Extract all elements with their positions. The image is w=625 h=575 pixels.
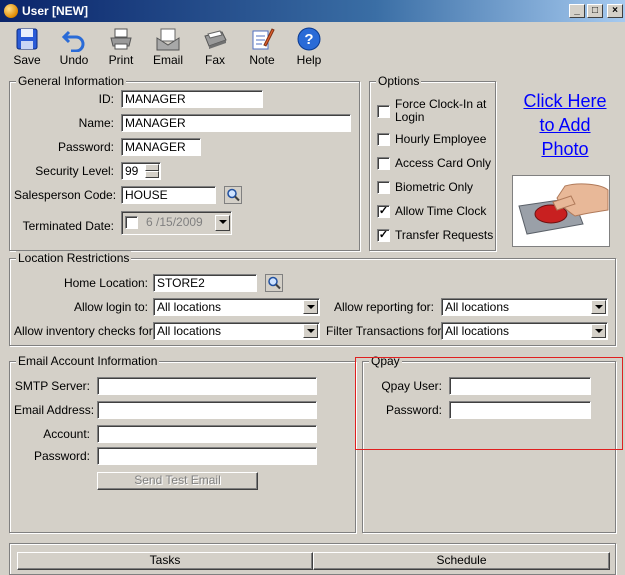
id-field[interactable]: MANAGER — [121, 90, 263, 108]
allow-login-label: Allow login to: — [73, 300, 148, 314]
allow-inventory-select[interactable]: All locations — [153, 322, 320, 340]
spin-up-button[interactable] — [145, 164, 159, 171]
terminated-date-checkbox[interactable] — [125, 216, 138, 229]
send-test-email-button[interactable]: Send Test Email — [97, 472, 258, 490]
transfer-requests-checkbox[interactable]: ✓ — [377, 229, 390, 242]
salesperson-code-field[interactable]: HOUSE — [121, 186, 216, 204]
floppy-disk-icon — [16, 28, 38, 50]
window-title: User [NEW] — [22, 4, 89, 18]
spin-down-button[interactable] — [145, 171, 159, 178]
schedule-button[interactable]: Schedule — [313, 552, 610, 570]
filter-transactions-dropdown-icon[interactable] — [591, 324, 606, 338]
help-button[interactable]: ? Help — [287, 26, 331, 70]
location-restrictions-legend: Location Restrictions — [16, 251, 132, 265]
home-location-label: Home Location: — [63, 276, 148, 290]
highlight-box — [355, 357, 623, 450]
email-label: Email — [152, 53, 183, 67]
close-button[interactable]: × — [607, 4, 623, 18]
note-icon — [252, 28, 275, 50]
save-button[interactable]: Save — [5, 26, 49, 70]
allow-inventory-label: Allow inventory checks for: — [14, 324, 157, 338]
title-bar: User [NEW] _ □ × — [0, 0, 625, 22]
help-label: Help — [296, 53, 322, 67]
note-label: Note — [249, 53, 275, 67]
allow-login-select[interactable]: All locations — [153, 298, 320, 316]
add-photo-link[interactable]: Click Here to Add Photo — [512, 89, 618, 161]
fingerprint-reader-icon — [518, 183, 609, 235]
email-password-field[interactable] — [97, 447, 317, 465]
salesperson-search-icon[interactable] — [224, 186, 242, 204]
filter-transactions-label: Filter Transactions for: — [326, 324, 445, 338]
name-label: Name: — [78, 116, 114, 130]
fax-icon — [204, 30, 227, 49]
hourly-employee-checkbox[interactable] — [377, 133, 390, 146]
allow-reporting-dropdown-icon[interactable] — [591, 300, 606, 314]
salesperson-code-label: Salesperson Code: — [14, 188, 117, 202]
allow-reporting-select[interactable]: All locations — [441, 298, 608, 316]
email-button[interactable]: Email — [146, 26, 190, 70]
password-label: Password: — [57, 140, 114, 154]
undo-button[interactable]: Undo — [52, 26, 96, 70]
access-card-only-label: Access Card Only — [395, 156, 492, 170]
account-field[interactable] — [97, 425, 317, 443]
smtp-server-field[interactable] — [97, 377, 317, 395]
hourly-employee-label: Hourly Employee — [395, 132, 487, 146]
name-field[interactable]: MANAGER — [121, 114, 351, 132]
smtp-server-label: SMTP Server: — [14, 379, 90, 393]
fax-button[interactable]: Fax — [193, 26, 237, 70]
note-button[interactable]: Note — [240, 26, 284, 70]
security-level-stepper[interactable]: 99 — [121, 162, 161, 180]
allow-time-clock-label: Allow Time Clock — [395, 204, 487, 218]
home-location-field[interactable]: STORE2 — [153, 274, 257, 292]
help-icon: ? — [297, 27, 321, 51]
general-information-legend: General Information — [16, 74, 127, 88]
id-label: ID: — [98, 92, 114, 106]
options-legend: Options — [376, 74, 422, 88]
fingerprint-reader-image[interactable] — [512, 175, 610, 247]
print-label: Print — [108, 53, 134, 67]
terminated-date-dropdown-button[interactable] — [215, 215, 230, 231]
email-icon — [156, 28, 180, 51]
undo-icon — [61, 30, 85, 52]
allow-inventory-dropdown-icon[interactable] — [303, 324, 318, 338]
force-clockin-label: Force Clock-In at Login — [395, 97, 487, 124]
access-card-only-checkbox[interactable] — [377, 157, 390, 170]
filter-transactions-select[interactable]: All locations — [441, 322, 608, 340]
print-button[interactable]: Print — [99, 26, 143, 70]
app-icon — [4, 4, 18, 18]
minimize-button[interactable]: _ — [569, 4, 585, 18]
email-password-label: Password: — [33, 449, 90, 463]
allow-login-dropdown-icon[interactable] — [303, 300, 318, 314]
security-level-value: 99 — [125, 164, 139, 178]
email-address-field[interactable] — [97, 401, 317, 419]
terminated-date-picker[interactable]: 6 /15/2009 — [121, 211, 232, 235]
undo-label: Undo — [59, 53, 89, 67]
email-account-legend: Email Account Information — [16, 354, 160, 368]
svg-text:?: ? — [304, 31, 313, 48]
security-level-label: Security Level: — [35, 164, 114, 178]
biometric-only-label: Biometric Only — [395, 180, 474, 194]
toolbar: Save Undo Print Email Fax Note ? Help — [0, 24, 625, 70]
printer-icon — [110, 28, 132, 50]
biometric-only-checkbox[interactable] — [377, 181, 390, 194]
allow-time-clock-checkbox[interactable]: ✓ — [377, 205, 390, 218]
allow-reporting-label: Allow reporting for: — [333, 300, 434, 314]
save-label: Save — [13, 53, 41, 67]
fax-label: Fax — [204, 53, 225, 67]
password-field[interactable]: MANAGER — [121, 138, 201, 156]
transfer-requests-label: Transfer Requests — [395, 228, 494, 242]
terminated-date-value: 6 /15/2009 — [146, 215, 203, 229]
terminated-date-label: Terminated Date: — [22, 219, 114, 233]
maximize-button[interactable]: □ — [587, 4, 603, 18]
account-label: Account: — [43, 427, 90, 441]
email-address-label: Email Address: — [14, 403, 95, 417]
tasks-button[interactable]: Tasks — [17, 552, 313, 570]
force-clockin-checkbox[interactable] — [377, 105, 390, 118]
home-location-search-icon[interactable] — [265, 274, 283, 292]
